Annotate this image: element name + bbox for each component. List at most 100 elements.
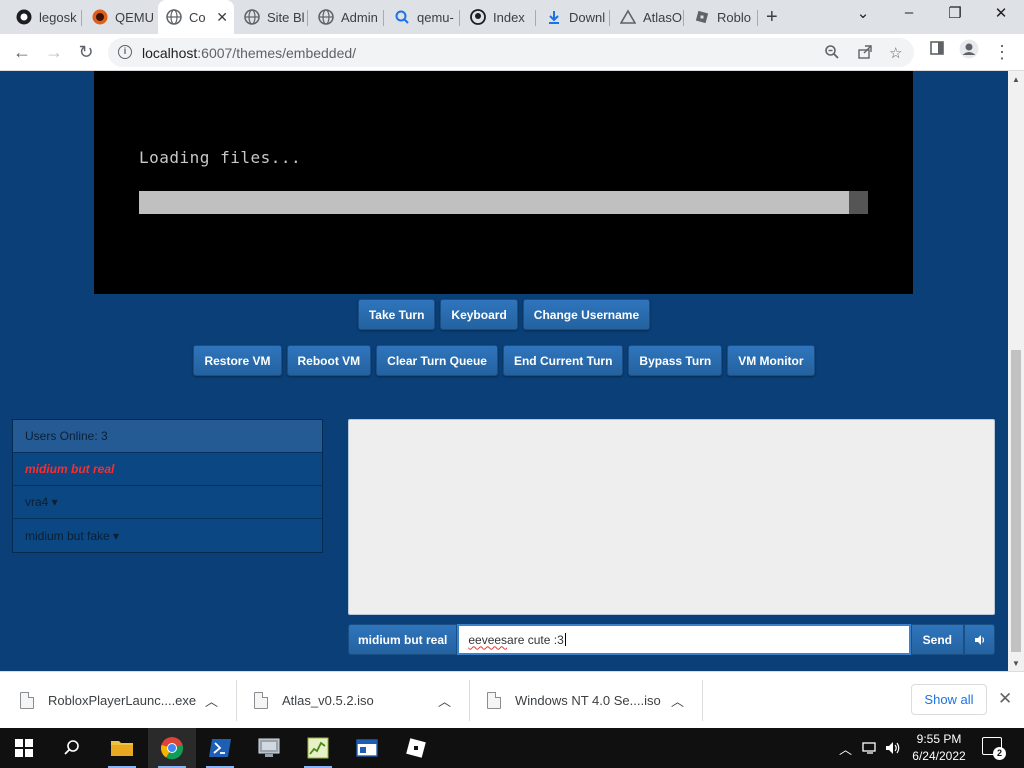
tab-github[interactable]: legosk — [8, 4, 82, 30]
forward-button[interactable]: → — [43, 42, 65, 63]
vm-loading-text: Loading files... — [139, 148, 302, 167]
bookmark-star-icon[interactable]: ☆ — [889, 44, 902, 62]
github-icon — [16, 9, 32, 25]
profile-avatar-icon[interactable] — [958, 39, 980, 64]
admin-controls: Restore VM Reboot VM Clear Turn Queue En… — [0, 345, 1008, 376]
send-button[interactable]: Send — [910, 624, 964, 655]
download-icon — [546, 9, 562, 25]
turn-controls: Take Turn Keyboard Change Username — [0, 299, 1008, 330]
url-text: localhost:6007/themes/embedded/ — [142, 45, 357, 61]
tab-title: Site Bl — [267, 9, 305, 25]
show-all-downloads-button[interactable]: Show all — [911, 684, 987, 715]
file-icon — [254, 692, 268, 709]
chevron-up-icon[interactable]: ︿ — [205, 672, 218, 729]
end-current-turn-button[interactable]: End Current Turn — [502, 345, 624, 376]
chrome-icon[interactable] — [148, 728, 196, 768]
close-icon[interactable]: ✕ — [998, 689, 1012, 709]
keyboard-button[interactable]: Keyboard — [440, 299, 518, 330]
chat-username-label: midium but real — [348, 624, 458, 655]
file-icon — [487, 692, 501, 709]
chevron-up-icon[interactable]: ︿ — [438, 672, 451, 729]
vm-progress-bar — [139, 191, 868, 214]
page-scrollbar[interactable]: ▲ ▼ — [1008, 71, 1024, 671]
new-tab-button[interactable]: + — [766, 6, 778, 29]
task-manager-icon[interactable] — [294, 728, 342, 768]
bypass-turn-button[interactable]: Bypass Turn — [628, 345, 723, 376]
tab-admin[interactable]: Admin — [310, 4, 384, 30]
chevron-up-icon[interactable]: ︿ — [839, 728, 852, 768]
tab-index[interactable]: Index — [462, 4, 536, 30]
control-panel-icon[interactable] — [343, 728, 391, 768]
tab-search[interactable]: qemu- — [386, 4, 460, 30]
zoom-icon[interactable] — [824, 44, 840, 64]
close-window-button[interactable]: ✕ — [989, 4, 1013, 22]
tab-atlas[interactable]: AtlasO — [612, 4, 684, 30]
windows-start-icon[interactable] — [0, 728, 48, 768]
page-viewport: Loading files... Take Turn Keyboard Chan… — [0, 71, 1008, 671]
notification-center-icon[interactable]: 2 — [982, 737, 1006, 760]
tab-roblox[interactable]: Roblo — [686, 4, 758, 30]
tab-qemu[interactable]: QEMU — [84, 4, 160, 30]
back-button[interactable]: ← — [11, 42, 33, 63]
clock-time: 9:55 PM — [916, 732, 962, 746]
tab-search-chevron-icon[interactable]: ⌄ — [851, 4, 875, 22]
share-icon[interactable] — [857, 44, 873, 64]
address-bar[interactable]: i localhost:6007/themes/embedded/ ☆ — [108, 38, 914, 67]
user-list-item[interactable]: midium but fake ▾ — [13, 519, 322, 552]
virtual-machine-icon[interactable] — [245, 728, 293, 768]
side-panel-icon[interactable] — [926, 40, 948, 61]
taskbar-clock[interactable]: 9:55 PM 6/24/2022 — [906, 731, 972, 765]
users-online-header: Users Online: 3 — [13, 420, 322, 453]
speaker-icon[interactable] — [964, 624, 995, 655]
powershell-icon[interactable] — [196, 728, 244, 768]
browser-menu-icon[interactable]: ⋮ — [991, 42, 1013, 63]
download-item[interactable]: Windows NT 4.0 Se....iso — [487, 672, 661, 729]
vm-monitor-button[interactable]: VM Monitor — [727, 345, 815, 376]
tab-active[interactable]: Co ✕ — [158, 0, 234, 34]
tab-title: AtlasO — [643, 9, 683, 25]
tab-title: Co — [189, 9, 206, 25]
online-users-panel: Users Online: 3 midium but real vra4 ▾ m… — [12, 419, 323, 553]
restore-vm-button[interactable]: Restore VM — [193, 345, 282, 376]
user-list-item[interactable]: midium but real — [13, 453, 322, 486]
chat-input-text: are cute :3 — [507, 632, 564, 647]
search-icon[interactable] — [48, 728, 96, 768]
volume-icon[interactable] — [885, 728, 901, 768]
file-explorer-icon[interactable] — [98, 728, 146, 768]
roblox-icon — [694, 9, 710, 25]
network-icon[interactable] — [862, 728, 878, 768]
close-tab-icon[interactable]: ✕ — [216, 9, 228, 26]
vm-display[interactable]: Loading files... — [94, 71, 913, 294]
chat-input-row: midium but real eevees are cute :3 Send — [348, 624, 995, 655]
take-turn-button[interactable]: Take Turn — [357, 299, 436, 330]
tab-title: qemu- — [417, 9, 454, 25]
tab-download[interactable]: Downl — [538, 4, 610, 30]
clock-date: 6/24/2022 — [912, 749, 966, 763]
notification-count-badge: 2 — [993, 747, 1006, 760]
download-filename: Atlas_v0.5.2.iso — [282, 693, 374, 708]
roblox-icon[interactable] — [392, 728, 440, 768]
scroll-up-icon[interactable]: ▲ — [1012, 75, 1020, 84]
restore-button[interactable]: ❐ — [943, 4, 967, 22]
tab-site[interactable]: Site Bl — [236, 4, 308, 30]
download-item[interactable]: Atlas_v0.5.2.iso — [254, 672, 374, 729]
scroll-down-icon[interactable]: ▼ — [1012, 659, 1020, 668]
chat-messages[interactable] — [348, 419, 995, 615]
vm-progress-fill — [139, 191, 850, 214]
site-info-icon[interactable]: i — [118, 45, 132, 59]
github-icon — [470, 9, 486, 25]
download-filename: Windows NT 4.0 Se....iso — [515, 693, 661, 708]
chevron-up-icon[interactable]: ︿ — [671, 672, 684, 729]
minimize-button[interactable]: – — [897, 4, 921, 21]
reboot-vm-button[interactable]: Reboot VM — [286, 345, 372, 376]
user-list-item[interactable]: vra4 ▾ — [13, 486, 322, 519]
change-username-button[interactable]: Change Username — [522, 299, 651, 330]
reload-button[interactable]: ↻ — [75, 42, 97, 63]
scrollbar-thumb[interactable] — [1011, 350, 1021, 652]
globe-icon — [244, 9, 260, 25]
download-shelf: RobloxPlayerLaunc....exe ︿ Atlas_v0.5.2.… — [0, 671, 1024, 728]
text-caret — [564, 633, 566, 646]
clear-turn-queue-button[interactable]: Clear Turn Queue — [376, 345, 498, 376]
chat-input[interactable]: eevees are cute :3 — [457, 624, 911, 655]
download-item[interactable]: RobloxPlayerLaunc....exe — [20, 672, 196, 729]
